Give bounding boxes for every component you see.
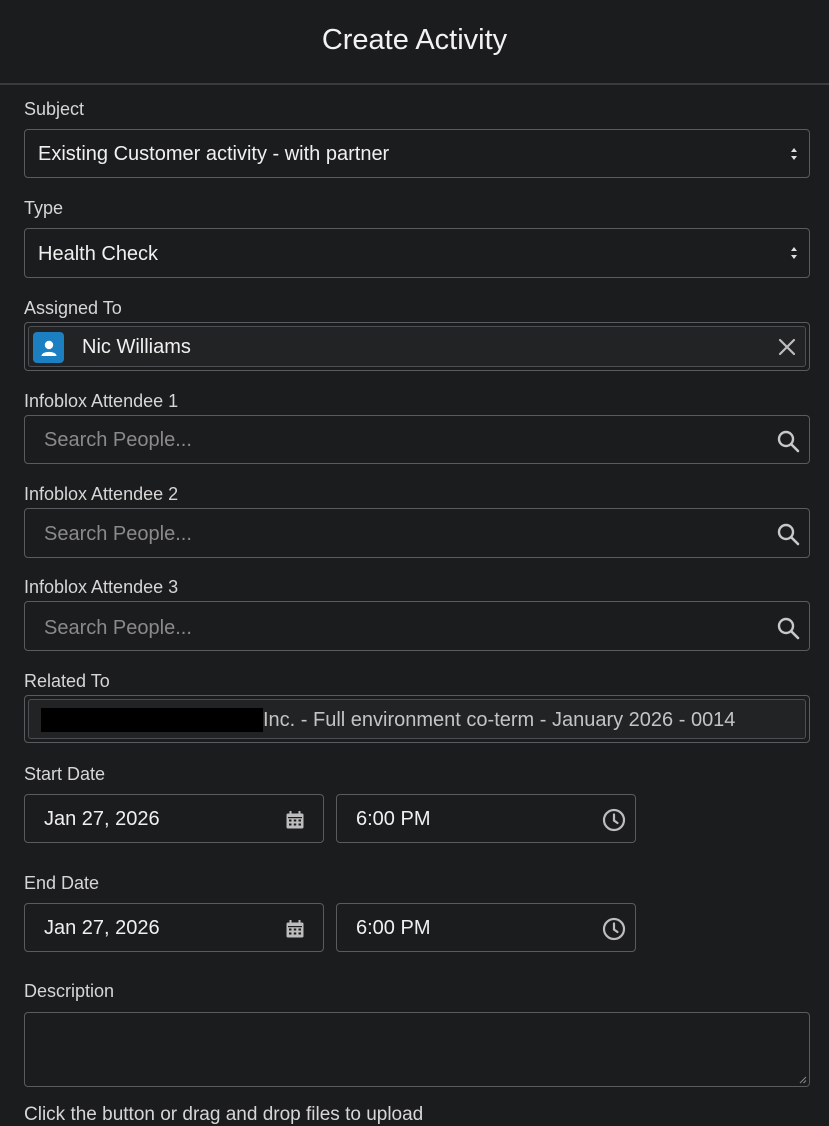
subject-label: Subject (24, 99, 85, 119)
start-time-input[interactable]: 6:00 PM (336, 794, 636, 843)
search-icon (777, 523, 800, 546)
description-textarea[interactable] (24, 1012, 810, 1087)
attendee3-label: Infoblox Attendee 3 (24, 577, 179, 597)
related-to-field[interactable]: Inc. - Full environment co-term - Januar… (24, 695, 810, 743)
clock-icon[interactable] (602, 917, 626, 941)
search-icon (777, 617, 800, 640)
end-date-value: Jan 27, 2026 (44, 917, 160, 939)
end-date-input[interactable]: Jan 27, 2026 (24, 903, 324, 952)
attendee2-placeholder: Search People... (44, 523, 192, 545)
upload-instructions: Click the button or drag and drop files … (24, 1104, 424, 1125)
end-time-value: 6:00 PM (356, 917, 431, 939)
subject-value: Existing Customer activity - with partne… (38, 143, 390, 165)
attendee2-search-input[interactable]: Search People... (24, 508, 810, 558)
search-icon (777, 430, 800, 453)
assigned-to-label: Assigned To (24, 298, 122, 318)
close-icon (778, 338, 796, 356)
redacted-account-name (41, 708, 263, 732)
select-arrows-icon (791, 247, 797, 259)
start-date-input[interactable]: Jan 27, 2026 (24, 794, 324, 843)
assigned-to-value: Nic Williams (82, 336, 191, 358)
attendee3-placeholder: Search People... (44, 617, 192, 639)
calendar-icon[interactable] (285, 810, 305, 830)
page-title: Create Activity (321, 23, 508, 56)
resize-handle-icon[interactable] (799, 1076, 807, 1084)
type-select[interactable]: Health Check (24, 228, 810, 278)
description-label: Description (24, 981, 115, 1001)
start-date-value: Jan 27, 2026 (44, 808, 160, 830)
calendar-icon[interactable] (285, 919, 305, 939)
select-arrows-icon (791, 147, 797, 160)
end-date-label: End Date (24, 873, 100, 893)
user-avatar-icon (33, 332, 64, 363)
attendee2-label: Infoblox Attendee 2 (24, 484, 179, 504)
clear-assigned-button[interactable] (775, 335, 799, 359)
subject-select[interactable]: Existing Customer activity - with partne… (24, 129, 810, 178)
start-time-value: 6:00 PM (356, 808, 431, 830)
start-date-label: Start Date (24, 764, 106, 784)
type-label: Type (24, 198, 64, 218)
modal-header: Create Activity (0, 0, 829, 85)
related-to-value: Inc. - Full environment co-term - Januar… (263, 709, 736, 731)
related-to-label: Related To (24, 671, 110, 691)
attendee1-label: Infoblox Attendee 1 (24, 391, 179, 411)
end-time-input[interactable]: 6:00 PM (336, 903, 636, 952)
assigned-to-lookup[interactable]: Nic Williams (24, 322, 810, 371)
attendee1-search-input[interactable]: Search People... (24, 415, 810, 464)
type-value: Health Check (38, 243, 159, 265)
attendee3-search-input[interactable]: Search People... (24, 601, 810, 651)
clock-icon[interactable] (602, 808, 626, 832)
attendee1-placeholder: Search People... (44, 429, 192, 451)
